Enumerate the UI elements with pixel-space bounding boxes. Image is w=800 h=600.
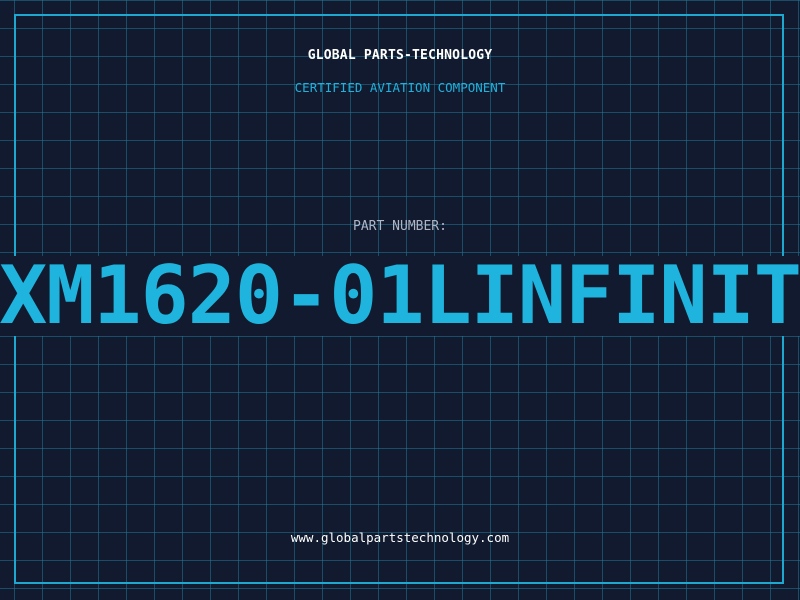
part-number-value: LXM1620-01LINFINITY (0, 249, 800, 342)
website-url: www.globalpartstechnology.com (290, 530, 510, 545)
certification-subtitle: CERTIFIED AVIATION COMPONENT (294, 80, 506, 95)
label-card: GLOBAL PARTS-TECHNOLOGY CERTIFIED AVIATI… (0, 0, 800, 600)
part-number-label: PART NUMBER: (353, 219, 447, 234)
company-name: GLOBAL PARTS-TECHNOLOGY (307, 48, 493, 63)
